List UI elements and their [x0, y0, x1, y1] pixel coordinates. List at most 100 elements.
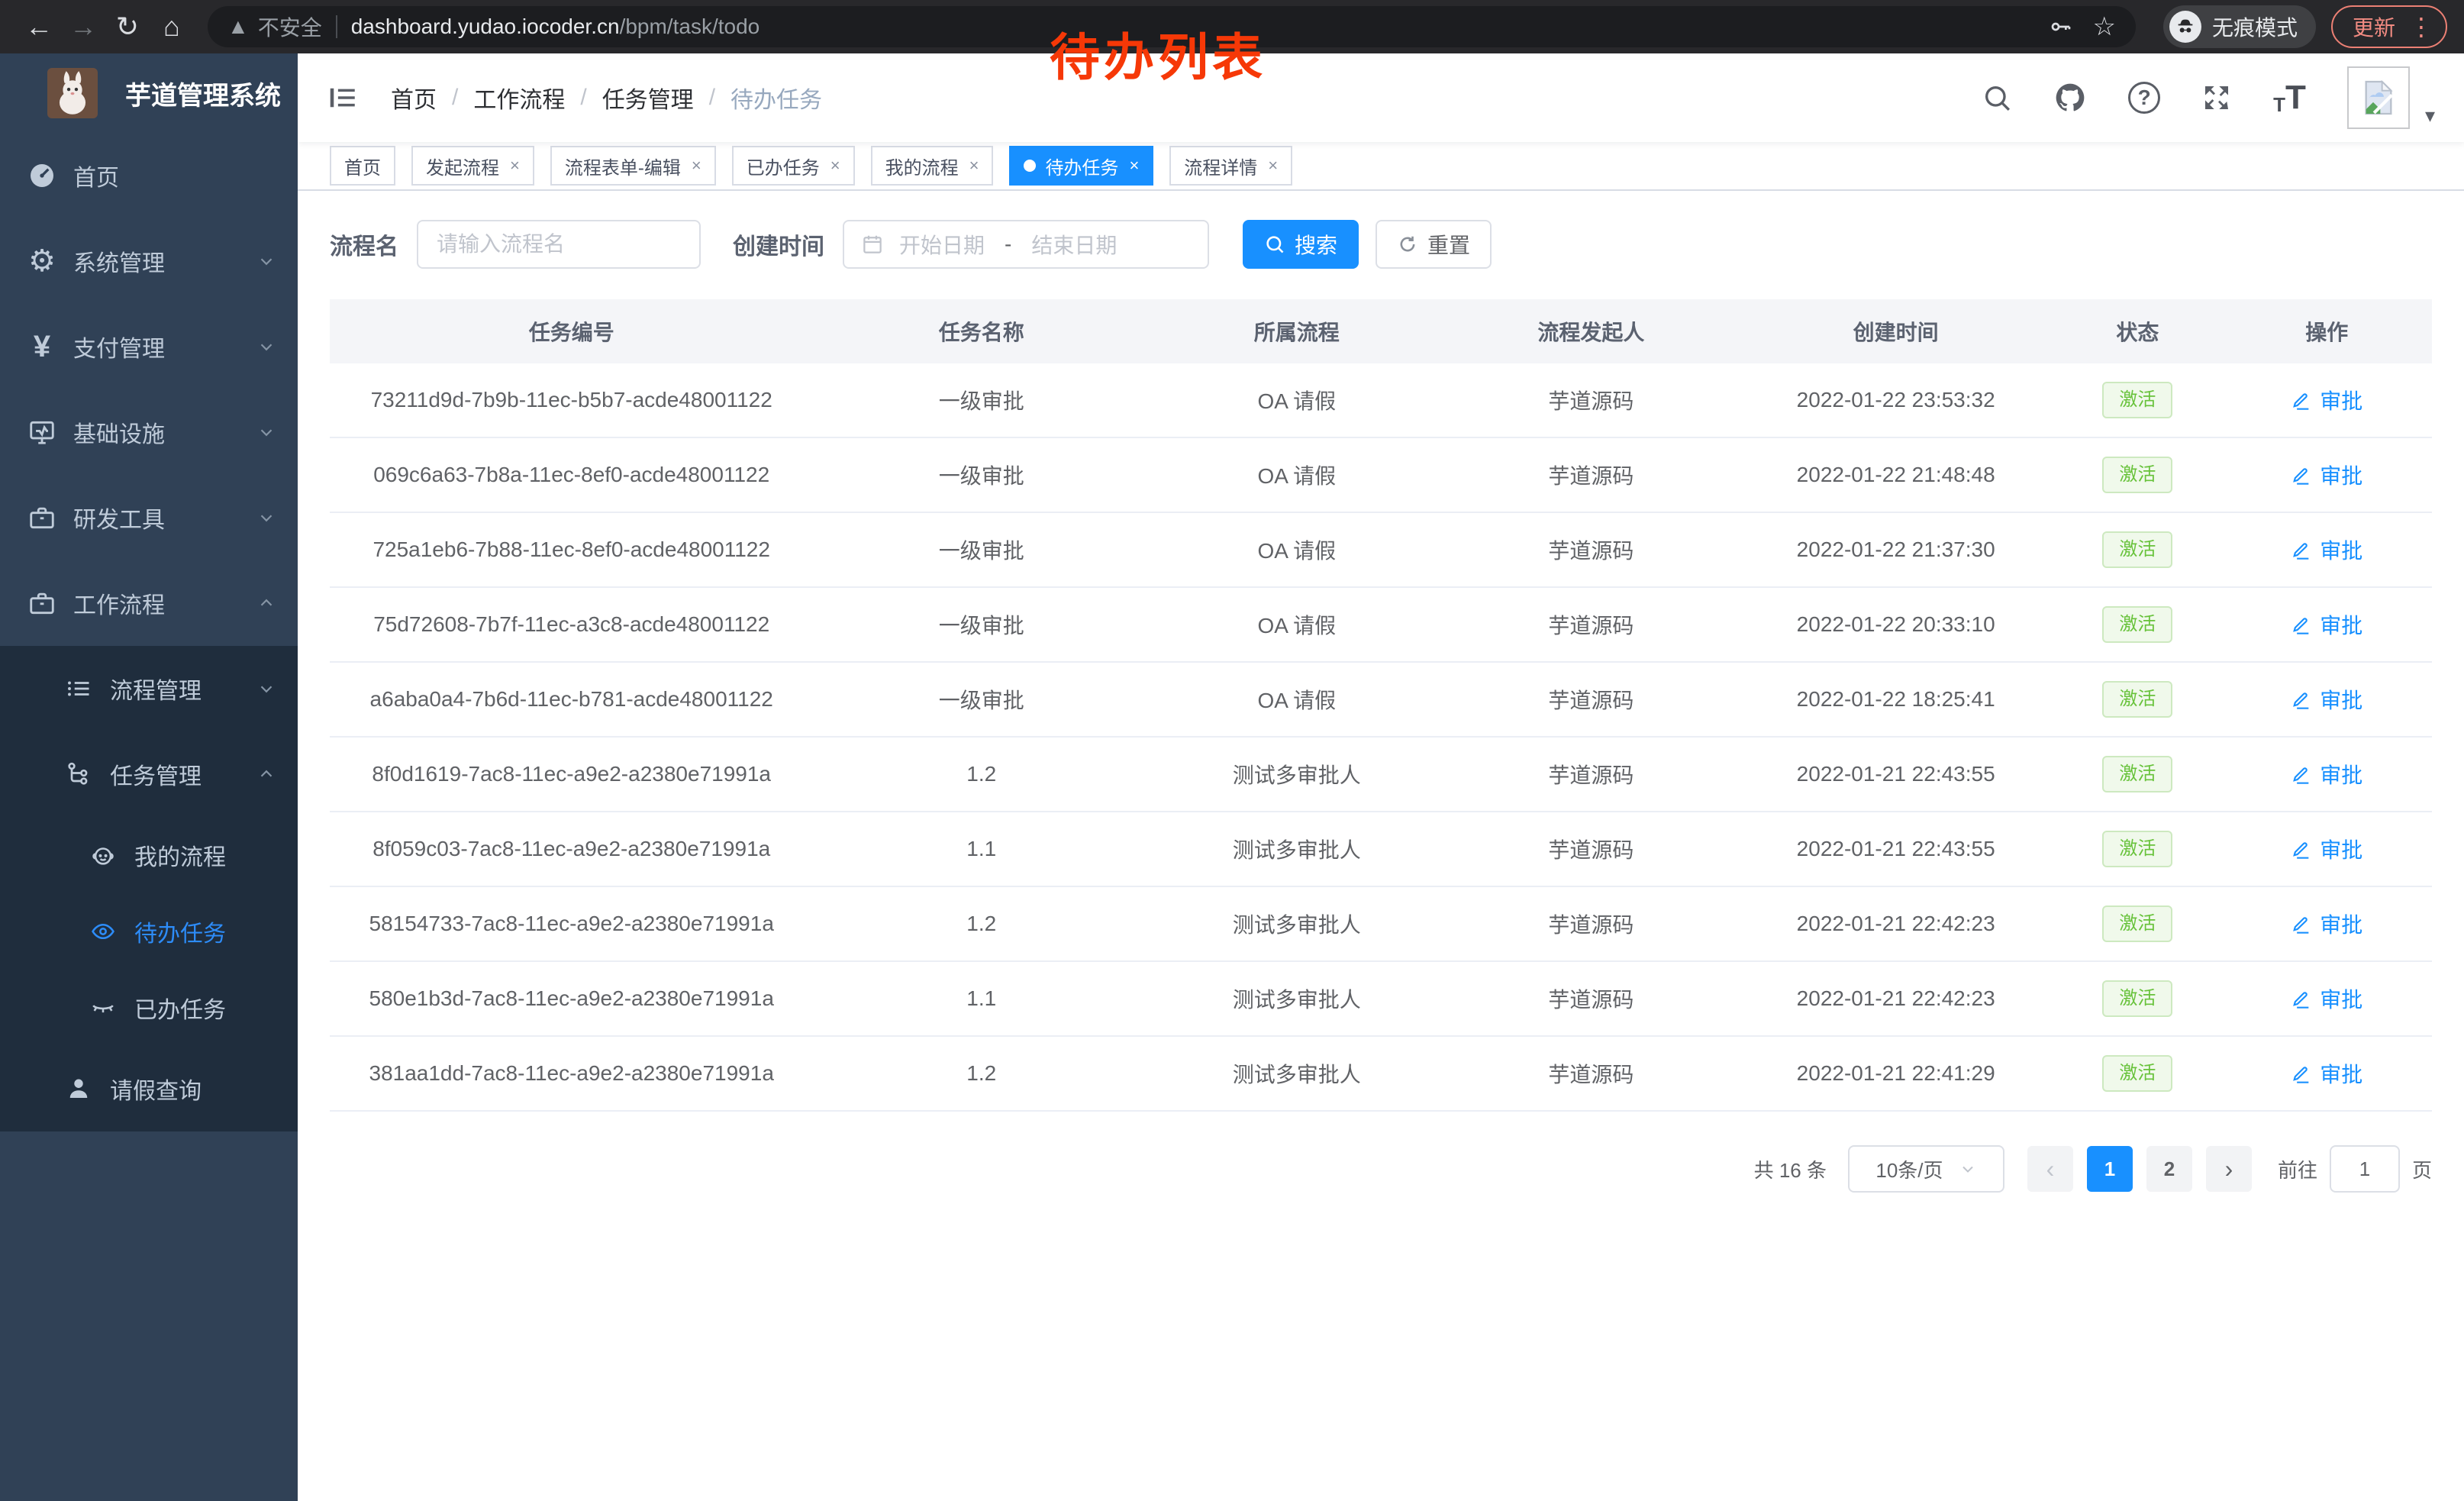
approve-link[interactable]: 审批 — [2291, 1058, 2362, 1089]
page-button-2[interactable]: 2 — [2146, 1146, 2192, 1192]
cell-process: 测试多审批人 — [1150, 909, 1444, 939]
table-row: 069c6a63-7b8a-11ec-8ef0-acde48001122 一级审… — [330, 438, 2432, 513]
approve-link[interactable]: 审批 — [2291, 385, 2362, 415]
close-icon[interactable]: × — [510, 156, 520, 176]
cell-task-name: 1.1 — [813, 837, 1150, 861]
sidebar-item-todo-tasks[interactable]: 待办任务 — [0, 893, 298, 970]
page-size-select[interactable]: 10条/页 — [1848, 1145, 2004, 1193]
approve-link[interactable]: 审批 — [2291, 684, 2362, 715]
browser-menu-icon[interactable]: ⋮ — [2409, 12, 2433, 41]
navbar-actions: ? TT ▾ — [1982, 66, 2435, 129]
github-icon[interactable] — [2053, 81, 2087, 115]
security-warning-icon[interactable]: ▲ — [227, 15, 249, 39]
avatar-caret-icon[interactable]: ▾ — [2425, 104, 2435, 128]
sidebar-item-devtools[interactable]: 研发工具 — [0, 475, 298, 560]
top-navbar: 首页 / 工作流程 / 任务管理 / 待办任务 ? — [298, 53, 2464, 142]
browser-back-icon[interactable]: ← — [17, 11, 61, 43]
reset-button[interactable]: 重置 — [1376, 220, 1492, 269]
tab-process-detail[interactable]: 流程详情 × — [1169, 146, 1292, 186]
font-size-icon[interactable]: TT — [2273, 81, 2306, 115]
date-range-picker[interactable]: 开始日期 - 结束日期 — [843, 220, 1209, 269]
breadcrumb-task-management[interactable]: 任务管理 — [602, 81, 694, 115]
approve-link[interactable]: 审批 — [2291, 460, 2362, 490]
security-label[interactable]: 不安全 — [258, 11, 322, 42]
process-name-input[interactable] — [417, 220, 701, 269]
sidebar-item-system[interactable]: ⚙ 系统管理 — [0, 218, 298, 304]
status-badge: 激活 — [2102, 531, 2172, 569]
cell-task-name: 一级审批 — [813, 460, 1150, 490]
tab-home[interactable]: 首页 — [330, 146, 395, 186]
next-page-button[interactable]: › — [2206, 1146, 2252, 1192]
tab-start-process[interactable]: 发起流程 × — [411, 146, 534, 186]
tab-my-process[interactable]: 我的流程 × — [871, 146, 994, 186]
sidebar-item-done-tasks[interactable]: 已办任务 — [0, 970, 298, 1046]
approve-link[interactable]: 审批 — [2291, 759, 2362, 789]
workflow-submenu: 流程管理 任务管理 — [0, 646, 298, 1131]
status-badge: 激活 — [2102, 382, 2172, 419]
dashboard-icon — [24, 160, 60, 191]
sidebar-item-my-process[interactable]: 我的流程 — [0, 817, 298, 893]
address-divider — [336, 15, 337, 38]
password-key-icon[interactable] — [2048, 15, 2072, 39]
approve-link[interactable]: 审批 — [2291, 534, 2362, 565]
sidebar-toggle-icon[interactable] — [327, 82, 359, 114]
page-button-1[interactable]: 1 — [2087, 1146, 2133, 1192]
bookmark-star-icon[interactable]: ☆ — [2092, 11, 2115, 42]
sidebar-item-label: 研发工具 — [73, 501, 165, 534]
url-path[interactable]: /bpm/task/todo — [620, 15, 760, 39]
close-icon[interactable]: × — [1268, 156, 1278, 176]
browser-reload-icon[interactable]: ↻ — [105, 11, 150, 43]
sidebar-item-workflow[interactable]: 工作流程 — [0, 560, 298, 646]
cell-task-name: 一级审批 — [813, 534, 1150, 565]
cell-starter: 芋道源码 — [1444, 609, 1739, 640]
sidebar-item-process-management[interactable]: 流程管理 — [0, 646, 298, 731]
cell-task-id: 069c6a63-7b8a-11ec-8ef0-acde48001122 — [330, 463, 813, 487]
close-icon[interactable]: × — [692, 156, 701, 176]
goto-page-input[interactable] — [2330, 1145, 2400, 1193]
tab-done-tasks[interactable]: 已办任务 × — [732, 146, 855, 186]
tab-process-form-edit[interactable]: 流程表单-编辑 × — [550, 146, 716, 186]
breadcrumb-workflow[interactable]: 工作流程 — [473, 81, 565, 115]
help-icon[interactable]: ? — [2128, 82, 2160, 114]
start-date-placeholder[interactable]: 开始日期 — [899, 229, 985, 260]
search-button[interactable]: 搜索 — [1243, 220, 1359, 269]
close-icon[interactable]: × — [969, 156, 979, 176]
approve-label: 审批 — [2320, 534, 2362, 565]
update-label[interactable]: 更新 — [2353, 11, 2395, 42]
sidebar-item-payment[interactable]: ¥ 支付管理 — [0, 304, 298, 389]
chevron-down-icon — [256, 251, 276, 271]
url-host[interactable]: dashboard.yudao.iocoder.cn — [351, 15, 620, 39]
browser-update-button[interactable]: 更新 ⋮ — [2331, 5, 2447, 48]
table-row: 75d72608-7b7f-11ec-a3c8-acde48001122 一级审… — [330, 588, 2432, 663]
approve-link[interactable]: 审批 — [2291, 909, 2362, 939]
sidebar-item-home[interactable]: 首页 — [0, 133, 298, 218]
table-row: a6aba0a4-7b6d-11ec-b781-acde48001122 一级审… — [330, 663, 2432, 738]
close-icon[interactable]: × — [830, 156, 840, 176]
search-icon[interactable] — [1982, 82, 2012, 113]
sidebar-item-leave-query[interactable]: 请假查询 — [0, 1046, 298, 1131]
sidebar-item-task-management[interactable]: 任务管理 — [0, 731, 298, 817]
browser-home-icon[interactable]: ⌂ — [150, 11, 194, 43]
status-badge: 激活 — [2102, 1055, 2172, 1093]
cell-created-time: 2022-01-22 21:37:30 — [1738, 537, 2053, 562]
tab-todo-tasks[interactable]: 待办任务 × — [1009, 146, 1153, 186]
sidebar-item-infrastructure[interactable]: 基础设施 — [0, 389, 298, 475]
approve-link[interactable]: 审批 — [2291, 609, 2362, 640]
cell-task-name: 1.1 — [813, 986, 1150, 1011]
end-date-placeholder[interactable]: 结束日期 — [1031, 229, 1117, 260]
col-task-id: 任务编号 — [330, 316, 813, 347]
task-tree-icon — [61, 760, 96, 788]
cell-task-id: 8f059c03-7ac8-11ec-a9e2-a2380e71991a — [330, 837, 813, 861]
browser-forward-icon[interactable]: → — [61, 11, 105, 43]
gear-icon: ⚙ — [24, 246, 60, 276]
app-logo-row[interactable]: 芋道管理系统 — [0, 53, 298, 133]
close-icon[interactable]: × — [1129, 156, 1139, 176]
approve-label: 审批 — [2320, 1058, 2362, 1089]
breadcrumb-home[interactable]: 首页 — [391, 81, 437, 115]
avatar[interactable] — [2347, 66, 2410, 129]
approve-link[interactable]: 审批 — [2291, 834, 2362, 864]
approve-link[interactable]: 审批 — [2291, 983, 2362, 1014]
prev-page-button[interactable]: ‹ — [2027, 1146, 2073, 1192]
cell-task-name: 1.2 — [813, 912, 1150, 936]
fullscreen-icon[interactable] — [2201, 82, 2232, 113]
